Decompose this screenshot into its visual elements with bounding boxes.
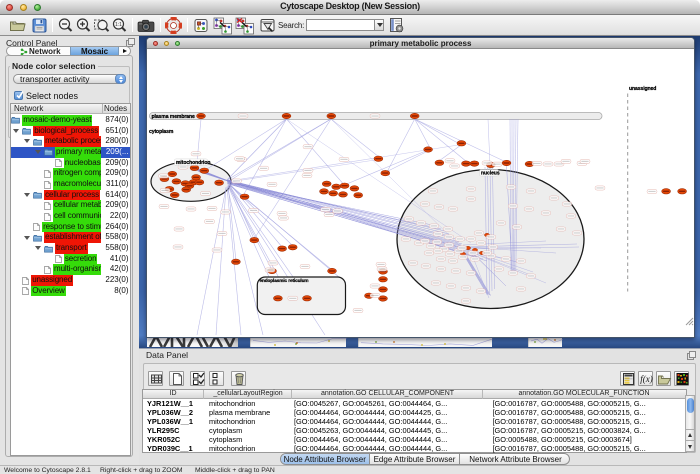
svg-text:1:1: 1:1 bbox=[115, 22, 122, 28]
svg-text:endoplasmic reticulum: endoplasmic reticulum bbox=[260, 278, 309, 283]
svg-text:f(x): f(x) bbox=[640, 374, 653, 384]
svg-text:nucleus: nucleus bbox=[481, 171, 500, 177]
svg-text:mitochondrion: mitochondrion bbox=[176, 160, 210, 166]
svg-text:cytoplasm: cytoplasm bbox=[149, 129, 174, 135]
svg-text:plasma membrane: plasma membrane bbox=[152, 114, 195, 120]
svg-text:unassigned: unassigned bbox=[629, 86, 656, 92]
